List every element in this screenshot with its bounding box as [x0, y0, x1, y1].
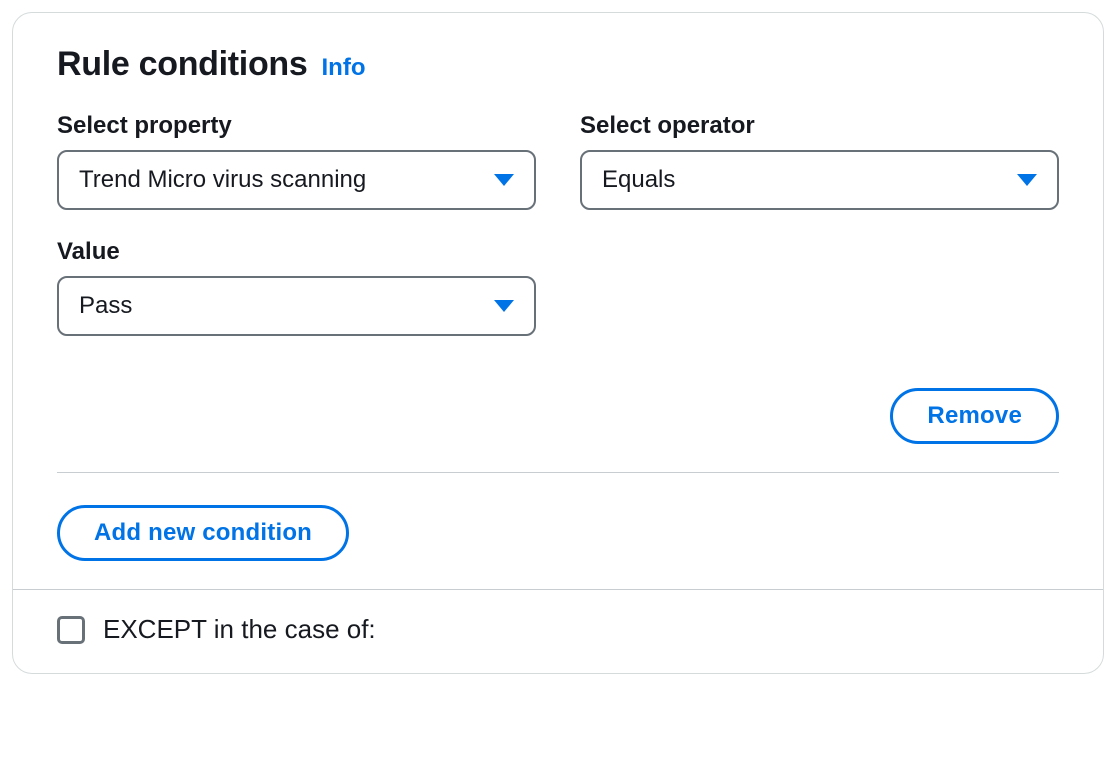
info-link[interactable]: Info [322, 54, 366, 82]
property-value: Trend Micro virus scanning [79, 166, 366, 194]
property-select[interactable]: Trend Micro virus scanning [57, 150, 536, 210]
value-label: Value [57, 238, 536, 266]
except-row: EXCEPT in the case of: [57, 590, 1059, 645]
except-label: EXCEPT in the case of: [103, 614, 376, 645]
caret-down-icon [494, 300, 514, 312]
remove-button[interactable]: Remove [890, 388, 1059, 444]
panel-title: Rule conditions [57, 45, 308, 84]
operator-select[interactable]: Equals [580, 150, 1059, 210]
condition-actions: Remove [57, 388, 1059, 444]
add-condition-button[interactable]: Add new condition [57, 505, 349, 561]
rule-conditions-panel: Rule conditions Info Select property Tre… [12, 12, 1104, 674]
value-select[interactable]: Pass [57, 276, 536, 336]
condition-form: Select property Trend Micro virus scanni… [57, 112, 1059, 336]
operator-value: Equals [602, 166, 675, 194]
property-group: Select property Trend Micro virus scanni… [57, 112, 536, 210]
value-value: Pass [79, 292, 132, 320]
panel-header: Rule conditions Info [57, 45, 1059, 84]
property-label: Select property [57, 112, 536, 140]
caret-down-icon [494, 174, 514, 186]
except-checkbox[interactable] [57, 616, 85, 644]
add-condition-row: Add new condition [57, 473, 1059, 589]
caret-down-icon [1017, 174, 1037, 186]
operator-label: Select operator [580, 112, 1059, 140]
value-group: Value Pass [57, 238, 536, 336]
operator-group: Select operator Equals [580, 112, 1059, 210]
